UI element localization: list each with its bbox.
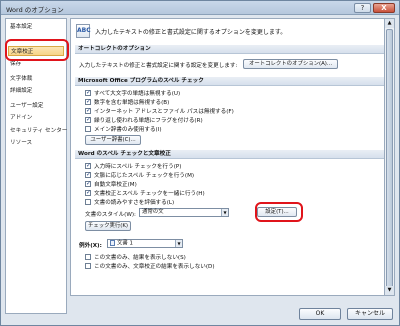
- chevron-down-icon: ▼: [221, 209, 228, 216]
- option-ignore-uppercase[interactable]: ✓ すべて大文字の単語は無視する(U): [85, 89, 180, 97]
- exceptions-document-select[interactable]: 文書 1 ▼: [107, 239, 183, 248]
- checkbox[interactable]: ✓: [85, 162, 91, 169]
- checkbox[interactable]: ✓: [85, 180, 91, 187]
- autocorrect-description: 入力したテキストの修正と書式設定に関する設定を変更します:: [79, 63, 238, 69]
- option-grammar-with-spelling[interactable]: ✓ 文書校正とスペル チェックを一緒に行う(H): [85, 189, 205, 197]
- option-hide-grammar-errors[interactable]: この文書のみ、文章校正の結果を表示しない(D): [85, 262, 215, 270]
- option-ignore-internet-addresses[interactable]: ✓ インターネット アドレスとファイル パスは無視する(F): [85, 107, 234, 115]
- sidebar-item-trust-center[interactable]: セキュリティ センター: [10, 126, 67, 134]
- sidebar-item-advanced[interactable]: 詳細設定: [10, 86, 32, 94]
- exceptions-label: 例外(X):: [79, 243, 102, 249]
- sidebar-item-addins[interactable]: アドイン: [10, 113, 32, 121]
- option-check-as-you-type[interactable]: ✓ 入力時にスペル チェックを行う(P): [85, 162, 181, 170]
- options-content: ABC 入力したテキストの修正と書式設定に関するオプションを変更します。 オート…: [70, 18, 395, 296]
- option-contextual-spelling[interactable]: ✓ 文脈に応じたスペル チェックを行う(M): [85, 171, 194, 179]
- proofing-icon: ABC: [76, 24, 91, 38]
- custom-dictionaries-button[interactable]: ユーザー辞書(C)...: [85, 135, 141, 145]
- recheck-document-button[interactable]: チェック実行(K): [85, 221, 131, 231]
- cancel-button[interactable]: キャンセル: [347, 308, 393, 320]
- sidebar-item-typography[interactable]: 文字体裁: [10, 74, 32, 82]
- page-description: 入力したテキストの修正と書式設定に関するオプションを変更します。: [95, 29, 287, 36]
- section-word-spelling: Word のスペル チェックと文章校正: [75, 150, 391, 159]
- sidebar-item-save[interactable]: 保存: [10, 59, 21, 67]
- content-scrollbar[interactable]: ▲ ▼: [384, 18, 395, 296]
- option-hide-spelling-errors[interactable]: この文書のみ、結果を表示しない(S): [85, 253, 186, 261]
- writing-style-label: 文書のスタイル(W):: [85, 212, 136, 218]
- scroll-up-icon[interactable]: ▲: [385, 19, 394, 28]
- sidebar-item-customize[interactable]: ユーザー設定: [10, 101, 43, 109]
- checkbox[interactable]: [85, 253, 91, 260]
- section-autocorrect: オートコレクトのオプション: [75, 45, 391, 54]
- autocorrect-options-button[interactable]: オートコレクトのオプション(A)...: [243, 59, 338, 69]
- checkbox[interactable]: ✓: [85, 107, 91, 114]
- title-bar: Word のオプション ? X: [1, 1, 399, 15]
- sidebar-item-resources[interactable]: リソース: [10, 138, 32, 146]
- checkbox[interactable]: [85, 125, 91, 132]
- checkbox[interactable]: [85, 198, 91, 205]
- sidebar-item-proofing[interactable]: 文章校正: [8, 46, 64, 56]
- section-office-spelling: Microsoft Office プログラムのスペル チェック: [75, 77, 391, 86]
- document-icon: [110, 240, 115, 246]
- category-sidebar: 基本設定 文章校正 保存 文字体裁 詳細設定 ユーザー設定 アドイン セキュリテ…: [5, 18, 67, 314]
- option-main-dictionary-only[interactable]: メイン辞書のみ使用する(I): [85, 125, 162, 133]
- checkbox[interactable]: ✓: [85, 116, 91, 123]
- checkbox[interactable]: ✓: [85, 189, 91, 196]
- sidebar-item-basic[interactable]: 基本設定: [10, 22, 32, 30]
- writing-style-select[interactable]: 通常の文 ▼: [139, 208, 229, 217]
- option-flag-repeated-words[interactable]: ✓ 繰り返し使われる単語にフラグを付ける(R): [85, 116, 203, 124]
- help-button[interactable]: ?: [354, 3, 371, 13]
- checkbox[interactable]: ✓: [85, 98, 91, 105]
- options-dialog: Word のオプション ? X 基本設定 文章校正 保存 文字体裁 詳細設定 ユ…: [0, 0, 400, 326]
- checkbox[interactable]: [85, 262, 91, 269]
- scroll-down-icon[interactable]: ▼: [385, 286, 394, 295]
- scroll-thumb[interactable]: [386, 29, 393, 291]
- option-ignore-numbers[interactable]: ✓ 数字を含む単語は無視する(B): [85, 98, 169, 106]
- settings-button[interactable]: 設定(T)...: [257, 207, 297, 217]
- checkbox[interactable]: ✓: [85, 89, 91, 96]
- checkbox[interactable]: ✓: [85, 171, 91, 178]
- close-button[interactable]: X: [373, 3, 395, 13]
- option-auto-grammar[interactable]: ✓ 自動文章校正(M): [85, 180, 137, 188]
- ok-button[interactable]: OK: [299, 308, 341, 320]
- chevron-down-icon: ▼: [175, 240, 182, 247]
- dialog-title: Word のオプション: [6, 6, 64, 14]
- option-readability-statistics[interactable]: 文書の読みやすさを評価する(L): [85, 198, 174, 206]
